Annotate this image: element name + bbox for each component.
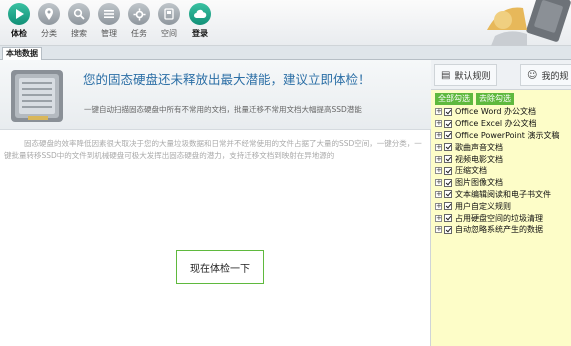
list-icon: [98, 3, 120, 25]
rule-label: Office Excel 办公文档: [455, 119, 537, 129]
toolbar-label: 搜索: [71, 29, 87, 38]
rule-label: 压缩文档: [455, 166, 487, 176]
tab-default-rules[interactable]: ▤ 默认规则: [434, 64, 498, 86]
checkbox[interactable]: [444, 190, 452, 199]
expand-icon[interactable]: +: [435, 108, 442, 116]
toolbar-label: 空间: [161, 29, 177, 38]
checkbox[interactable]: [444, 178, 452, 187]
rule-item[interactable]: + Office Excel 办公文档: [435, 118, 571, 130]
checkbox[interactable]: [444, 119, 452, 128]
rule-label: 自动忽略系统产生的数据: [455, 225, 543, 235]
main-toolbar: 体检 分类 搜索 管理 任务 空间 登录: [0, 0, 571, 46]
cloud-icon: [189, 3, 211, 25]
banner-title: 您的固态硬盘还未释放出最大潜能，建议立即体检！: [83, 72, 371, 87]
expand-icon[interactable]: +: [435, 190, 442, 198]
expand-icon[interactable]: +: [435, 226, 442, 234]
play-icon: [8, 3, 30, 25]
rule-item[interactable]: + Office Word 办公文档: [435, 106, 571, 118]
rules-tree: + Office Word 办公文档 + Office Excel 办公文档 + Of…: [435, 106, 571, 236]
location-pin-icon: [38, 3, 60, 25]
tab-my-rules[interactable]: ☺ 我的规: [520, 64, 571, 86]
expand-icon[interactable]: +: [435, 214, 442, 222]
toolbar-button-classify[interactable]: 分类: [34, 3, 64, 39]
expand-icon[interactable]: +: [435, 143, 442, 151]
tab-strip: 本地数据: [0, 46, 571, 60]
checkup-description: 固态硬盘的效率降低因素很大取决于您的大量垃圾数据和日常并不经常使用的文件占据了大…: [4, 139, 422, 160]
checkbox[interactable]: [444, 131, 452, 140]
rule-item[interactable]: + 压缩文档: [435, 165, 571, 177]
rule-item[interactable]: + 文本编辑阅读和电子书文件: [435, 189, 571, 201]
rule-selection-buttons: 全部勾选 去除勾选: [435, 93, 514, 105]
tab-label: 默认规则: [454, 71, 491, 82]
rules-pane: ▤ 默认规则 ☺ 我的规 全部勾选 去除勾选 + Office Word 办公文档…: [431, 60, 571, 346]
app-logo-art: [487, 0, 571, 46]
ssd-drive-icon: [11, 70, 63, 122]
checkbox[interactable]: [444, 155, 452, 164]
rule-item[interactable]: + 用户自定义规则: [435, 200, 571, 212]
rule-label: 占用硬盘空间的垃圾清理: [455, 213, 543, 223]
disk-icon: [158, 3, 180, 25]
toolbar-label: 分类: [41, 29, 57, 38]
checkbox[interactable]: [444, 143, 452, 152]
rule-item[interactable]: + 图片图像文档: [435, 177, 571, 189]
select-all-button[interactable]: 全部勾选: [435, 93, 473, 105]
rule-label: 文本编辑阅读和电子书文件: [455, 189, 551, 199]
rule-label: 视频电影文档: [455, 154, 503, 164]
rule-item[interactable]: + 歌曲声音文档: [435, 141, 571, 153]
start-checkup-button[interactable]: 现在体检一下: [176, 250, 264, 284]
expand-icon[interactable]: +: [435, 202, 442, 210]
checkbox[interactable]: [444, 107, 452, 116]
banner-subtitle: 一键自动扫描固态硬盘中所有不常用的文档，批量迁移不常用文档大幅提高SSD潜能: [84, 105, 362, 114]
document-icon: ▤: [441, 69, 451, 81]
toolbar-label: 登录: [192, 29, 208, 38]
gear-icon: [128, 3, 150, 25]
checkbox[interactable]: [444, 214, 452, 223]
expand-icon[interactable]: +: [435, 131, 442, 139]
rule-label: 用户自定义规则: [455, 201, 511, 211]
expand-icon[interactable]: +: [435, 120, 442, 128]
toolbar-button-space[interactable]: 空间: [154, 3, 184, 39]
checkup-banner: 您的固态硬盘还未释放出最大潜能，建议立即体检！ 一键自动扫描固态硬盘中所有不常用…: [0, 60, 431, 130]
rule-item[interactable]: + 占用硬盘空间的垃圾清理: [435, 212, 571, 224]
tab-local-data[interactable]: 本地数据: [2, 47, 42, 60]
toolbar-label: 任务: [131, 29, 147, 38]
toolbar-button-checkup[interactable]: 体检: [4, 3, 34, 39]
toolbar-button-login[interactable]: 登录: [185, 3, 215, 39]
rule-item[interactable]: + 自动忽略系统产生的数据: [435, 224, 571, 236]
deselect-all-button[interactable]: 去除勾选: [476, 93, 514, 105]
toolbar-label: 管理: [101, 29, 117, 38]
search-icon: [68, 3, 90, 25]
rule-item[interactable]: + 视频电影文档: [435, 153, 571, 165]
toolbar-button-search[interactable]: 搜索: [64, 3, 94, 39]
checkbox[interactable]: [444, 202, 452, 211]
checkup-pane: 您的固态硬盘还未释放出最大潜能，建议立即体检！ 一键自动扫描固态硬盘中所有不常用…: [0, 60, 431, 346]
rule-label: 图片图像文档: [455, 178, 503, 188]
toolbar-button-tasks[interactable]: 任务: [124, 3, 154, 39]
checkbox[interactable]: [444, 166, 452, 175]
rule-label: Office Word 办公文档: [455, 107, 536, 117]
smiley-icon: ☺: [527, 69, 538, 81]
rule-label: Office PowerPoint 演示文稿: [455, 130, 560, 140]
checkbox[interactable]: [444, 225, 452, 234]
expand-icon[interactable]: +: [435, 179, 442, 187]
rule-item[interactable]: + Office PowerPoint 演示文稿: [435, 130, 571, 142]
toolbar-label: 体检: [11, 29, 27, 38]
toolbar-button-manage[interactable]: 管理: [94, 3, 124, 39]
expand-icon[interactable]: +: [435, 155, 442, 163]
expand-icon[interactable]: +: [435, 167, 442, 175]
tab-label: 我的规: [541, 71, 569, 82]
rules-tabs: ▤ 默认规则 ☺ 我的规: [431, 60, 571, 90]
rule-label: 歌曲声音文档: [455, 142, 503, 152]
